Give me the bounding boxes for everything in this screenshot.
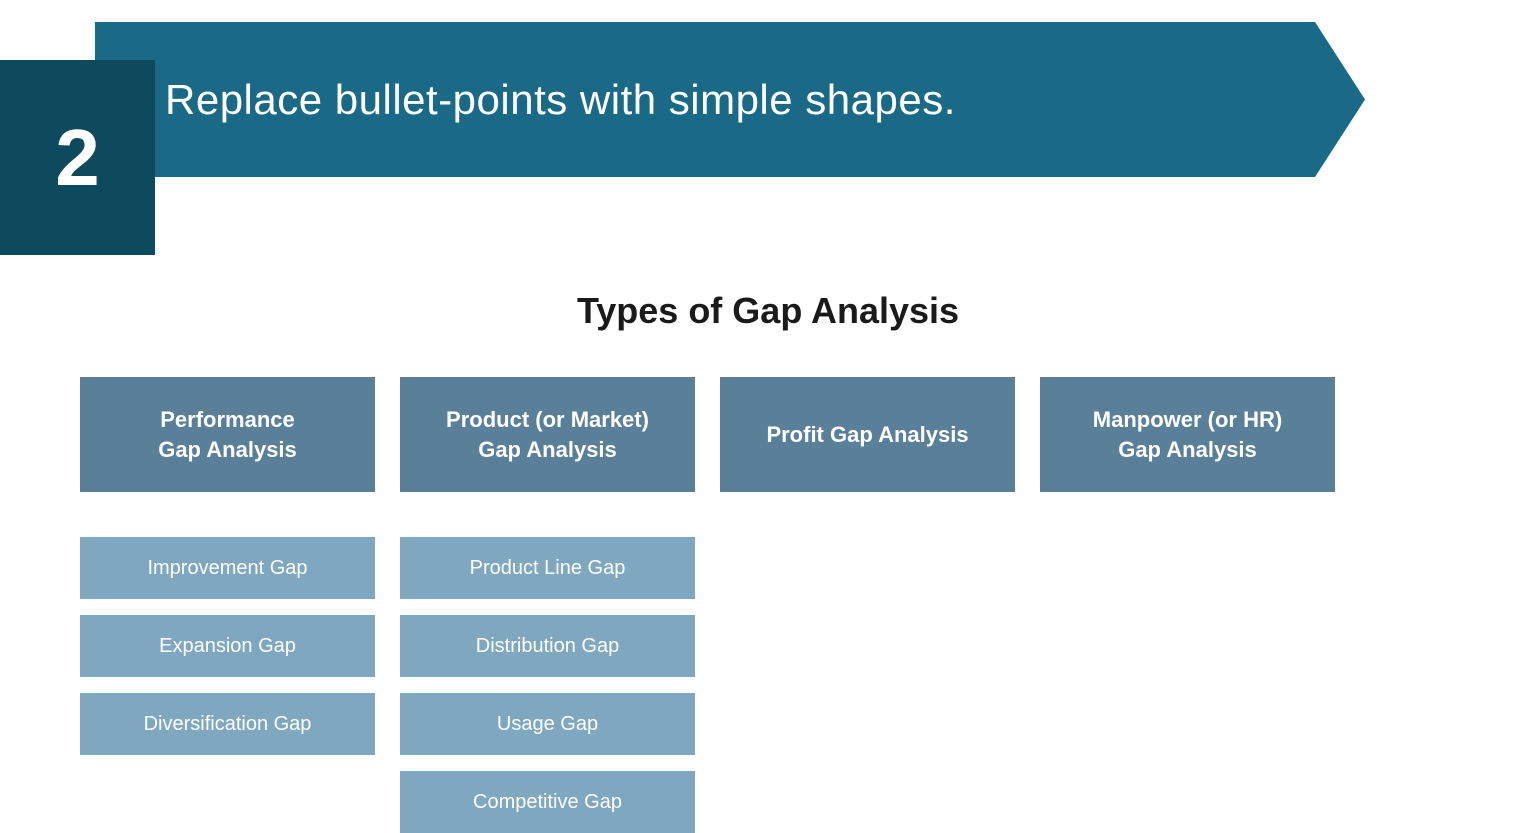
- usage-gap-item: Usage Gap: [400, 693, 695, 755]
- categories-row: PerformanceGap Analysis Product (or Mark…: [80, 377, 1456, 492]
- expansion-gap-item: Expansion Gap: [80, 615, 375, 677]
- improvement-gap-item: Improvement Gap: [80, 537, 375, 599]
- manpower-sub-column: [1040, 537, 1335, 833]
- competitive-gap-item: Competitive Gap: [400, 771, 695, 833]
- category-manpower: Manpower (or HR)Gap Analysis: [1040, 377, 1335, 492]
- sub-items-row: Improvement Gap Expansion Gap Diversific…: [80, 537, 1456, 833]
- diversification-gap-item: Diversification Gap: [80, 693, 375, 755]
- distribution-gap-item: Distribution Gap: [400, 615, 695, 677]
- section-title: Types of Gap Analysis: [80, 290, 1456, 332]
- profit-sub-column: [720, 537, 1015, 833]
- category-product: Product (or Market)Gap Analysis: [400, 377, 695, 492]
- category-profit: Profit Gap Analysis: [720, 377, 1015, 492]
- performance-sub-column: Improvement Gap Expansion Gap Diversific…: [80, 537, 375, 833]
- product-sub-column: Product Line Gap Distribution Gap Usage …: [400, 537, 695, 833]
- number-badge: 2: [0, 60, 155, 255]
- banner-text: Replace bullet-points with simple shapes…: [165, 76, 956, 124]
- product-line-gap-item: Product Line Gap: [400, 537, 695, 599]
- main-content: Types of Gap Analysis PerformanceGap Ana…: [0, 290, 1536, 833]
- category-performance: PerformanceGap Analysis: [80, 377, 375, 492]
- banner-ribbon: Replace bullet-points with simple shapes…: [95, 22, 1365, 177]
- slide-number: 2: [55, 112, 100, 204]
- header-area: 2 Replace bullet-points with simple shap…: [0, 0, 1536, 260]
